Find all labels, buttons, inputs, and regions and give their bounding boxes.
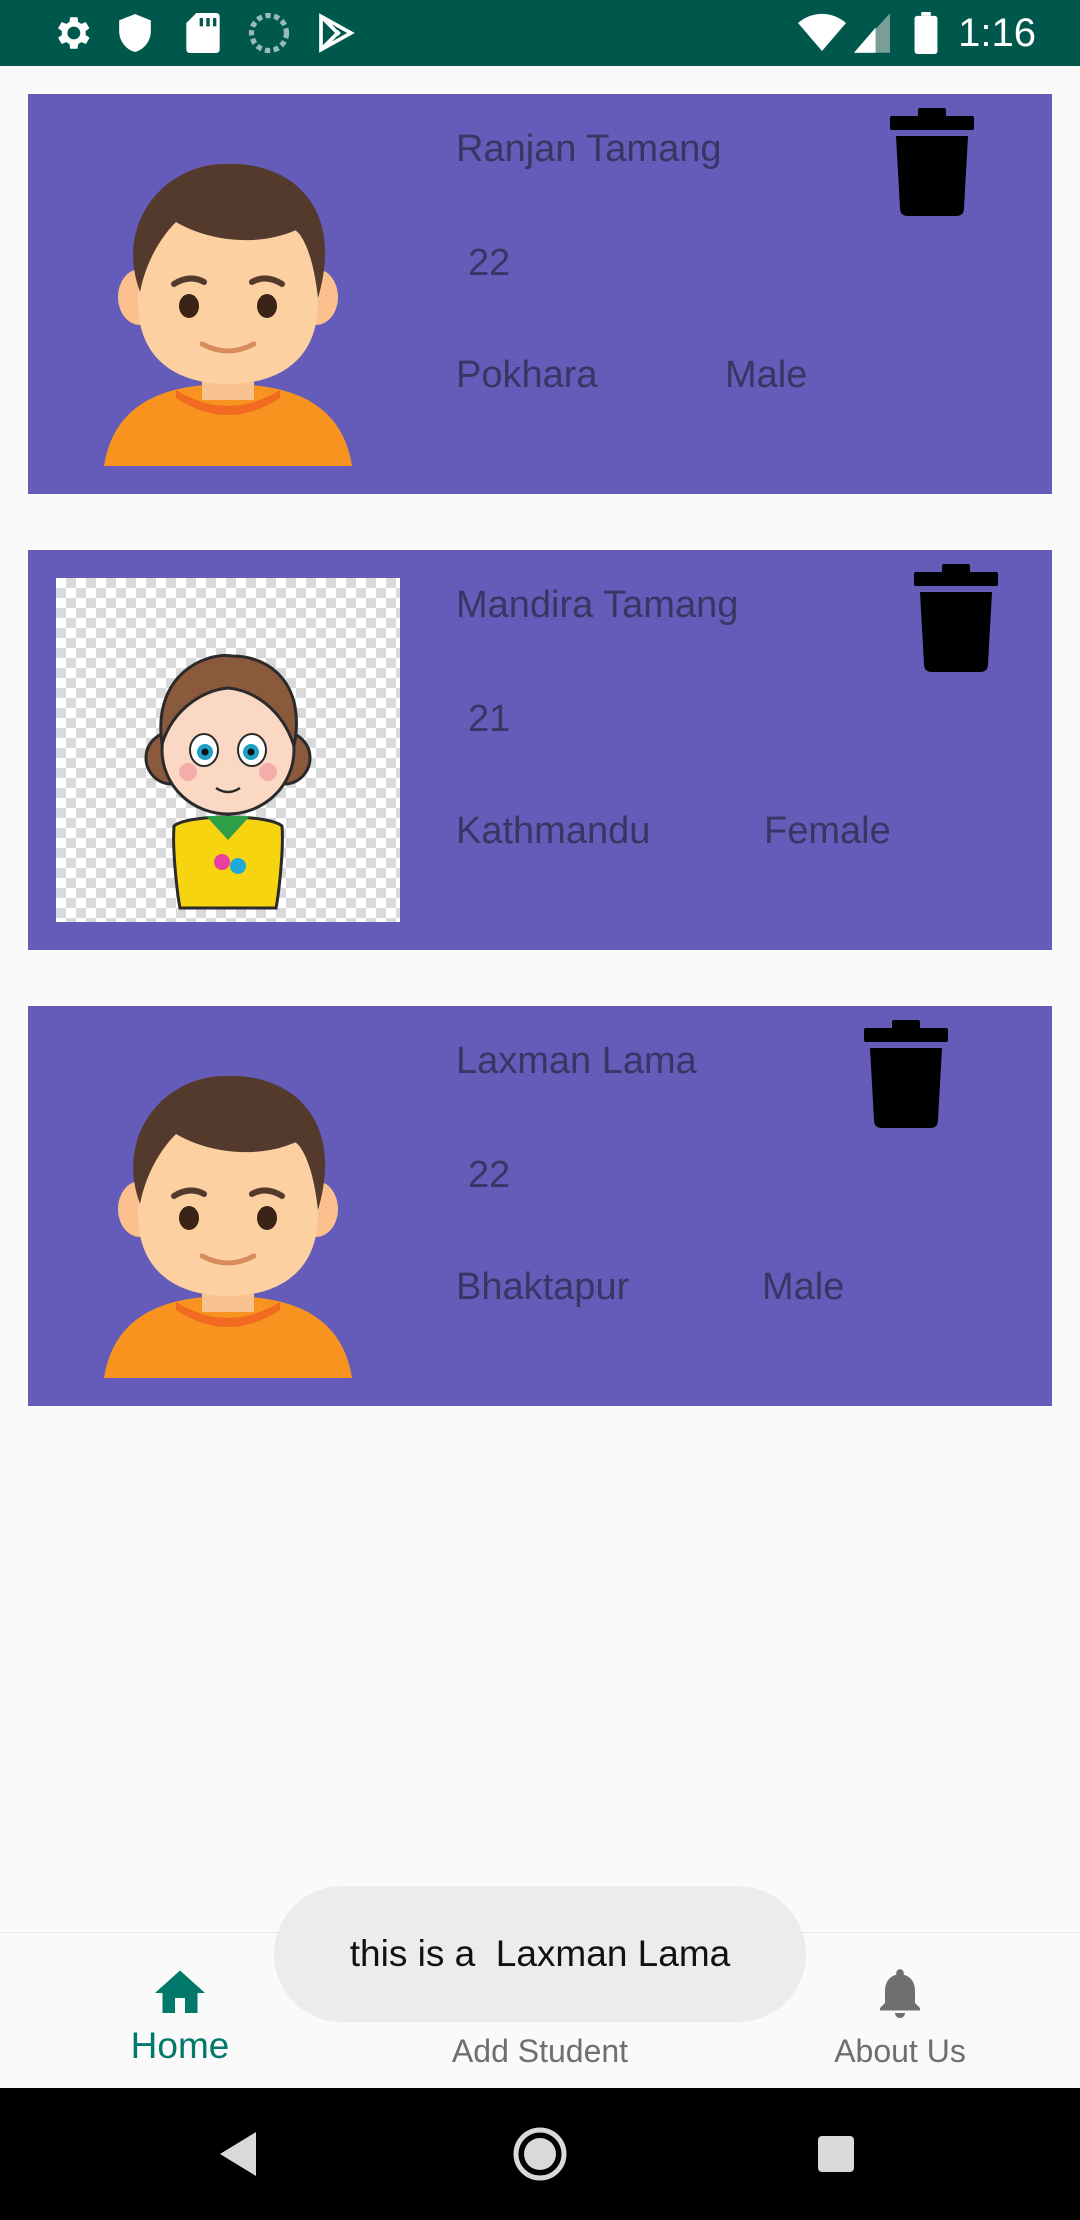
shield-icon [116, 0, 154, 66]
student-name: Ranjan Tamang [456, 128, 722, 170]
student-card[interactable]: Ranjan Tamang 22 Pokhara Male [28, 94, 1052, 494]
back-icon[interactable] [200, 2088, 280, 2220]
student-age: 22 [468, 242, 511, 284]
status-time: 1:16 [958, 11, 1036, 55]
student-name: Mandira Tamang [456, 584, 739, 626]
play-store-icon [316, 0, 356, 66]
recents-icon[interactable] [796, 2088, 876, 2220]
sd-card-icon [186, 0, 220, 66]
nav-add-student-label: Add Student [451, 2033, 629, 2069]
status-bar: 1:16 [0, 0, 1080, 66]
student-gender: Female [764, 810, 891, 852]
delete-icon[interactable] [864, 1020, 948, 1128]
nav-about-us-label: About Us [834, 2033, 966, 2069]
system-navigation-bar [0, 2088, 1080, 2220]
battery-icon [914, 0, 938, 66]
student-card[interactable]: Laxman Lama 22 Bhaktapur Male [28, 1006, 1052, 1406]
student-city: Pokhara [456, 354, 598, 396]
delete-icon[interactable] [914, 564, 998, 672]
student-city: Kathmandu [456, 810, 651, 852]
delete-icon[interactable] [890, 108, 974, 216]
signal-icon [854, 0, 890, 66]
toast-message: this is a Laxman Lama [274, 1886, 806, 2022]
girl-avatar [56, 578, 400, 922]
wifi-icon [798, 0, 846, 66]
bell-icon [870, 1963, 930, 2023]
nav-home-label: Home [130, 2025, 230, 2066]
student-city: Bhaktapur [456, 1266, 630, 1308]
boy-avatar [56, 1034, 400, 1378]
student-gender: Male [762, 1266, 845, 1308]
student-name: Laxman Lama [456, 1040, 697, 1082]
student-gender: Male [725, 354, 808, 396]
boy-avatar [56, 122, 400, 466]
student-card[interactable]: Mandira Tamang 21 Kathmandu Female [28, 550, 1052, 950]
settings-icon [50, 0, 94, 66]
sync-icon [248, 0, 290, 66]
student-age: 22 [468, 1154, 511, 1196]
student-age: 21 [468, 698, 511, 740]
home-circle-icon[interactable] [500, 2088, 580, 2220]
home-icon [150, 1963, 210, 2023]
